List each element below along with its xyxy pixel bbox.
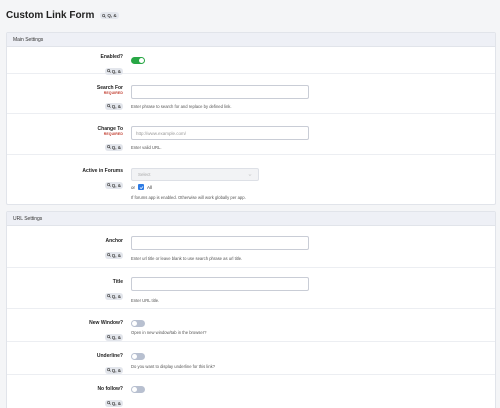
required-marker: REQUIRED — [103, 91, 123, 95]
change-to-help: Enter valid URL. — [131, 145, 162, 150]
active-in-forums-help: If forums app is enabled. Otherwise will… — [131, 195, 246, 200]
enabled-toggle[interactable] — [131, 57, 145, 64]
all-forums-option: or All — [131, 184, 152, 190]
search-icon — [102, 13, 107, 18]
field-badge[interactable]: Q, & — [104, 333, 123, 341]
field-row-change-to: Change To REQUIRED Q, & Enter valid URL. — [7, 114, 495, 155]
anchor-help: Enter url title or leave blank to use se… — [131, 256, 243, 261]
or-text: or — [131, 184, 136, 190]
title-input[interactable] — [131, 277, 309, 291]
search-icon — [106, 145, 111, 149]
field-row-anchor: Anchor Q, & Enter url title or leave bla… — [7, 226, 495, 268]
checkmark-icon — [139, 185, 143, 189]
new-window-help: Open in new window/tab in the browser? — [131, 330, 207, 335]
search-icon — [106, 104, 111, 108]
search-icon — [106, 253, 111, 257]
underline-toggle[interactable] — [131, 353, 145, 360]
search-for-help: Enter phrase to search for and replace b… — [131, 104, 232, 109]
field-row-search-for: Search For REQUIRED Q, & Enter phrase to… — [7, 74, 495, 114]
toggle-knob — [132, 387, 137, 392]
forums-select-placeholder: Select — [138, 172, 151, 177]
field-row-enabled: Enabled? Q, & — [7, 47, 495, 75]
url-settings-card: URL Settings Anchor Q, & Enter url title… — [6, 211, 496, 408]
field-badge[interactable]: Q, & — [104, 143, 123, 151]
new-window-toggle[interactable] — [131, 320, 145, 327]
search-icon — [106, 183, 111, 187]
page-title: Custom Link Form Q, & — [6, 10, 119, 21]
required-marker: REQUIRED — [103, 132, 123, 136]
chevron-down-icon — [248, 173, 252, 176]
search-icon — [106, 69, 111, 73]
search-for-input[interactable] — [131, 85, 309, 99]
page-title-text: Custom Link Form — [6, 10, 95, 21]
field-label-no-follow: No follow? Q, & — [97, 386, 123, 407]
field-badge[interactable]: Q, & — [104, 292, 123, 300]
field-label-underline: Underline? Q, & — [96, 353, 123, 374]
field-label-new-window: New Window? Q, & — [89, 320, 123, 341]
field-row-title: Title Q, & Enter URL title. — [7, 268, 495, 309]
field-label-anchor: Anchor Q, & — [104, 238, 123, 259]
search-icon — [106, 294, 111, 298]
toggle-knob — [132, 321, 137, 326]
underline-help: Do you want to display underline for thi… — [131, 364, 216, 369]
field-badge[interactable]: Q, & — [104, 181, 123, 189]
search-icon — [106, 401, 111, 405]
toggle-knob — [132, 354, 137, 359]
field-row-underline: Underline? Q, & Do you want to display u… — [7, 342, 495, 375]
search-icon — [106, 368, 111, 372]
no-follow-toggle[interactable] — [131, 386, 145, 393]
field-badge[interactable]: Q, & — [104, 251, 123, 259]
title-help: Enter URL title. — [131, 298, 160, 303]
field-badge[interactable]: Q, & — [104, 399, 123, 407]
field-label-active-in-forums: Active in Forums Q, & — [82, 168, 123, 189]
field-label-search-for: Search For REQUIRED Q, & — [96, 85, 123, 110]
toggle-knob — [139, 58, 144, 63]
search-icon — [106, 335, 111, 339]
field-label-title: Title Q, & — [104, 279, 123, 303]
field-row-no-follow: No follow? Q, & — [7, 375, 495, 408]
all-forums-label[interactable]: All — [147, 185, 152, 190]
field-label-change-to: Change To REQUIRED Q, & — [97, 126, 123, 151]
field-row-new-window: New Window? Q, & Open in new window/tab … — [7, 309, 495, 342]
anchor-input[interactable] — [131, 236, 309, 250]
change-to-input[interactable] — [131, 126, 309, 140]
section-header-url: URL Settings — [7, 212, 495, 226]
page-id-badge[interactable]: Q, & — [100, 12, 119, 19]
forums-select[interactable]: Select — [131, 168, 259, 181]
field-badge[interactable]: Q, & — [104, 366, 123, 374]
all-forums-checkbox[interactable] — [138, 184, 145, 190]
field-row-active-in-forums: Active in Forums Q, & Select or All If f… — [7, 155, 495, 205]
section-header-main: Main Settings — [7, 33, 495, 47]
main-settings-card: Main Settings Enabled? Q, & Search For R… — [6, 32, 496, 205]
field-badge[interactable]: Q, & — [104, 102, 123, 110]
